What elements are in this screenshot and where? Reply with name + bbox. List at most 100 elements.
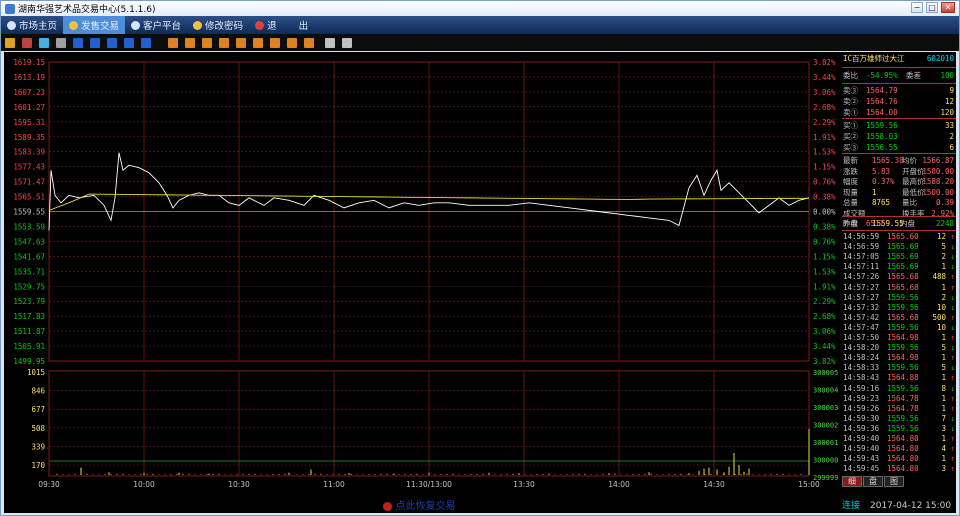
panel-tab-2[interactable]: 图: [884, 476, 904, 487]
stock-name: IC百万雄师过大江: [843, 54, 905, 63]
pct-tick-label: 3.06%: [813, 327, 836, 336]
price-tick-label: 1505.91: [13, 342, 45, 351]
menu-item-label: 退: [267, 21, 277, 32]
panel-cell: 100: [940, 71, 954, 80]
price-tick-label: 1523.79: [13, 297, 45, 306]
grid-icon[interactable]: [107, 37, 117, 48]
time-tick-label: 15:00: [798, 480, 820, 489]
pct-tick-label: 1.91%: [813, 133, 836, 142]
panel-cell: 外盘: [843, 219, 858, 228]
panel-divider: [842, 216, 956, 217]
key-icon: [193, 20, 203, 30]
panel-divider: [842, 67, 956, 68]
pct-tick-label: 1.53%: [813, 267, 836, 276]
h-icon[interactable]: [287, 37, 297, 48]
time-tick-label: 10:30: [228, 480, 250, 489]
restore-trading-link[interactable]: 点此恢复交易: [0, 499, 838, 515]
minimize-button[interactable]: −: [911, 2, 923, 13]
panel-header: IC百万雄师过大江 602010: [842, 53, 956, 65]
panel-cell: 内盘: [900, 219, 915, 228]
price-tick-label: 1541.67: [13, 252, 45, 261]
connection-status: 连接: [842, 501, 861, 511]
time-tick-label: 13:30: [513, 480, 535, 489]
volume-right-tick-label: 300001: [813, 439, 838, 447]
g-icon[interactable]: [270, 37, 280, 48]
close-button[interactable]: ✕: [941, 2, 955, 13]
pen-icon[interactable]: [325, 37, 335, 48]
power-icon: [255, 20, 265, 30]
menu-item-label: 出: [298, 21, 309, 32]
menu-item-3[interactable]: 修改密码: [187, 16, 249, 34]
panel-tab-0[interactable]: 细: [842, 476, 862, 487]
panel-cell: 1564.80: [887, 464, 919, 474]
gear-icon[interactable]: [342, 37, 352, 48]
menu-item-2[interactable]: 客户平台: [125, 16, 187, 34]
c-icon[interactable]: [202, 37, 212, 48]
maximize-button[interactable]: □: [926, 2, 938, 13]
calendar-icon[interactable]: [56, 37, 66, 48]
price-tick-label: 1553.59: [13, 222, 45, 231]
price-tick-label: 1607.23: [13, 88, 45, 97]
app-window: 湖南华强艺术品交易中心(5.1.1.6) − □ ✕ 市场主页 发售交易 客户平台 修…: [0, 0, 960, 516]
title-bar: 湖南华强艺术品交易中心(5.1.1.6) − □ ✕: [1, 1, 959, 16]
pct-tick-label: 1.15%: [813, 252, 836, 261]
s-icon[interactable]: [90, 37, 100, 48]
pct-tick-label: 0.38%: [813, 222, 836, 231]
k-icon[interactable]: [141, 37, 151, 48]
kline-icon[interactable]: [39, 37, 49, 48]
status-time: 2017-04-12 15:00: [870, 501, 952, 511]
pct-tick-label: 0.38%: [813, 193, 836, 202]
panel-cell: 委比: [843, 71, 858, 80]
pct-tick-label: 3.82%: [813, 58, 836, 67]
intraday-chart[interactable]: 1619.15 3.82% 1613.19 3.44% 1607.23 3.06% 1601…: [4, 52, 842, 499]
volume-right-tick-label: 300002: [813, 422, 838, 430]
a-icon[interactable]: [168, 37, 178, 48]
tick-row: 14:59:45 1564.80 3 ↑: [842, 463, 956, 475]
price-tick-label: 1583.39: [13, 148, 45, 157]
price-tick-label: 1613.19: [13, 73, 45, 82]
line-chart-icon[interactable]: [22, 37, 32, 48]
price-tick-label: 1571.47: [13, 178, 45, 187]
panel-divider: [842, 83, 956, 84]
pct-tick-label: 2.68%: [813, 103, 836, 112]
time-tick-label: 09:30: [38, 480, 60, 489]
panel-cell: -54.95%: [866, 71, 898, 80]
menu-item-4[interactable]: 退: [249, 16, 283, 34]
menu-item-label: 修改密码: [205, 21, 244, 32]
restore-icon: [382, 501, 392, 511]
panel-divider: [842, 153, 956, 154]
price-tick-label: 1547.63: [13, 237, 45, 246]
b-icon[interactable]: [185, 37, 195, 48]
volume-right-tick-label: 300000: [813, 457, 838, 465]
f3-icon[interactable]: [253, 37, 263, 48]
pct-tick-label: 3.44%: [813, 342, 836, 351]
bar-chart-icon[interactable]: [5, 37, 15, 48]
i-icon[interactable]: [304, 37, 314, 48]
time-tick-label: 14:30: [703, 480, 725, 489]
volume-right-tick-label: 300004: [813, 387, 838, 395]
panel-tab-1[interactable]: 盘: [863, 476, 883, 487]
menu-item-1[interactable]: 发售交易: [63, 16, 126, 34]
f2-icon[interactable]: [124, 37, 134, 48]
f-icon[interactable]: [73, 37, 83, 48]
volume-tick-label: 1015: [27, 368, 45, 377]
time-tick-label: 11:30/13:00: [406, 480, 452, 489]
volume-tick-label: 508: [31, 424, 45, 433]
menu-item-5[interactable]: 出: [293, 16, 315, 34]
globe-icon: [131, 20, 141, 30]
d-icon[interactable]: [219, 37, 229, 48]
e-icon[interactable]: [236, 37, 246, 48]
time-tick-label: 14:00: [608, 480, 630, 489]
pct-tick-label: 1.91%: [813, 282, 836, 291]
stock-code: 602010: [926, 54, 954, 63]
panel-cell: 6517: [866, 219, 885, 228]
panel-tabs: 细盘图: [842, 476, 956, 488]
volume-right-tick-label: 300005: [813, 369, 838, 377]
panel-cell: ↑: [950, 464, 955, 474]
menu-item-0[interactable]: 市场主页: [1, 16, 63, 34]
pct-tick-label: 1.15%: [813, 163, 836, 172]
panel-cell: 2248: [935, 219, 954, 228]
pct-tick-label: 3.44%: [813, 73, 836, 82]
price-tick-label: 1565.51: [13, 193, 45, 202]
globe-icon: [7, 20, 16, 30]
